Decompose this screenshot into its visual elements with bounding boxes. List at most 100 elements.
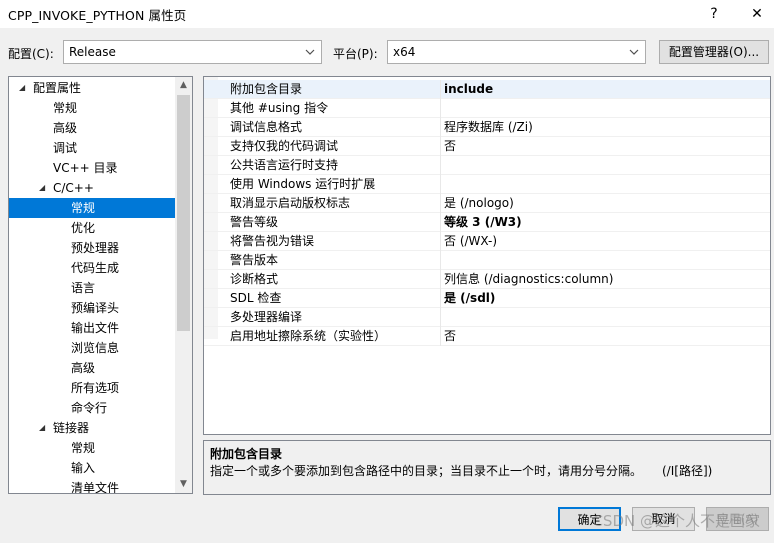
property-name: 调试信息格式 <box>230 120 303 134</box>
tree-item[interactable]: 代码生成 <box>9 258 177 278</box>
platform-dropdown[interactable]: x64 <box>387 40 646 64</box>
tree-item-label: 预处理器 <box>71 241 120 255</box>
property-value[interactable]: 列信息 (/diagnostics:column) <box>444 270 764 289</box>
tree-item[interactable]: 预编译头 <box>9 298 177 318</box>
tree-item[interactable]: 输出文件 <box>9 318 177 338</box>
tree-item[interactable]: ◢ 链接器 <box>9 418 177 438</box>
tree-item-label: 常规 <box>71 201 96 215</box>
configuration-value: Release <box>69 45 116 59</box>
tree-item[interactable]: 所有选项 <box>9 378 177 398</box>
column-divider <box>440 156 441 175</box>
property-row[interactable]: SDL 检查 是 (/sdl) <box>204 289 770 308</box>
column-divider <box>440 175 441 194</box>
tree-item-label: 输入 <box>71 461 96 475</box>
scroll-down-icon[interactable]: ▼ <box>175 476 192 493</box>
tree-item-label: 输出文件 <box>71 321 120 335</box>
tree-item[interactable]: 高级 <box>9 118 177 138</box>
property-row[interactable]: 警告版本 <box>204 251 770 270</box>
tree-item-label: 清单文件 <box>71 481 120 494</box>
tree-item[interactable]: 浏览信息 <box>9 338 177 358</box>
column-divider <box>440 308 441 327</box>
property-row[interactable]: 诊断格式 列信息 (/diagnostics:column) <box>204 270 770 289</box>
configuration-manager-button[interactable]: 配置管理器(O)... <box>659 40 769 64</box>
tree-item[interactable]: 优化 <box>9 218 177 238</box>
property-value[interactable] <box>444 156 764 175</box>
property-row[interactable]: 支持仅我的代码调试 否 <box>204 137 770 156</box>
chevron-down-icon <box>305 49 315 55</box>
scroll-up-icon[interactable]: ▲ <box>175 77 192 94</box>
property-row[interactable]: 调试信息格式 程序数据库 (/Zi) <box>204 118 770 137</box>
property-name: 附加包含目录 <box>230 82 303 96</box>
description-text: 指定一个或多个要添加到包含路径中的目录；当目录不止一个时，请用分号分隔。 <box>210 464 643 478</box>
property-value[interactable] <box>444 175 764 194</box>
configuration-dropdown[interactable]: Release <box>63 40 322 64</box>
tree-item[interactable]: ◢ C/C++ <box>9 178 177 198</box>
property-name: 其他 #using 指令 <box>230 101 329 115</box>
column-divider <box>440 80 441 99</box>
column-divider <box>440 118 441 137</box>
configuration-label: 配置(C): <box>8 47 54 61</box>
property-value[interactable]: 否 (/WX-) <box>444 232 764 251</box>
property-value[interactable] <box>444 251 764 270</box>
property-row[interactable]: 使用 Windows 运行时扩展 <box>204 175 770 194</box>
tree-item[interactable]: VC++ 目录 <box>9 158 177 178</box>
property-value[interactable]: 是 (/sdl) <box>444 289 764 308</box>
tree-item[interactable]: 高级 <box>9 358 177 378</box>
property-name: 多处理器编译 <box>230 310 303 324</box>
property-row[interactable]: 启用地址擦除系统（实验性） 否 <box>204 327 770 346</box>
tree-item-label: C/C++ <box>53 181 94 195</box>
platform-label: 平台(P): <box>333 47 378 61</box>
tree-item[interactable]: 清单文件 <box>9 478 177 494</box>
property-value[interactable]: include <box>444 80 764 99</box>
property-row[interactable]: 多处理器编译 <box>204 308 770 327</box>
property-value[interactable]: 等级 3 (/W3) <box>444 213 764 232</box>
help-button[interactable]: ? <box>700 3 728 25</box>
tree-item-label: 链接器 <box>53 421 90 435</box>
tree-item[interactable]: 预处理器 <box>9 238 177 258</box>
tree-item[interactable]: 调试 <box>9 138 177 158</box>
column-divider <box>440 232 441 251</box>
tree-expand-icon[interactable]: ◢ <box>19 78 29 98</box>
tree-item[interactable]: 语言 <box>9 278 177 298</box>
tree-expand-icon[interactable]: ◢ <box>39 178 49 198</box>
tree-item[interactable]: 常规 <box>9 438 177 458</box>
property-row[interactable]: 附加包含目录 include <box>204 80 770 99</box>
property-row[interactable]: 公共语言运行时支持 <box>204 156 770 175</box>
property-tree: ◢ 配置属性 常规 高级 调试 VC++ 目录 ◢ C/C++ 常规 优化 预处理器 代码生成 语言 预编… <box>8 76 193 494</box>
property-value[interactable] <box>444 99 764 118</box>
tree-item[interactable]: 常规 <box>9 198 177 218</box>
column-divider <box>440 99 441 118</box>
tree-item-label: 命令行 <box>71 401 108 415</box>
tree-item-label: 高级 <box>71 361 96 375</box>
tree-item-label: 配置属性 <box>33 81 82 95</box>
scrollbar-thumb[interactable] <box>177 95 190 331</box>
property-row[interactable]: 将警告视为错误 否 (/WX-) <box>204 232 770 251</box>
tree-item-label: 常规 <box>71 441 96 455</box>
property-row[interactable]: 其他 #using 指令 <box>204 99 770 118</box>
watermark: CSDN @这个人不是画家 <box>592 512 760 530</box>
tree-scrollbar[interactable]: ▲ ▼ <box>175 77 192 493</box>
tree-item-label: 预编译头 <box>71 301 120 315</box>
column-divider <box>440 213 441 232</box>
property-value[interactable]: 否 <box>444 327 764 346</box>
property-name: 启用地址擦除系统（实验性） <box>230 329 387 343</box>
tree-expand-icon[interactable]: ◢ <box>39 418 49 438</box>
tree-item[interactable]: 输入 <box>9 458 177 478</box>
tree-item-label: 高级 <box>53 121 78 135</box>
property-grid: 附加包含目录 include 其他 #using 指令 调试信息格式 程序数据库 (/Z… <box>203 76 771 435</box>
property-name: SDL 检查 <box>230 291 282 305</box>
property-name: 警告等级 <box>230 215 279 229</box>
property-value[interactable] <box>444 308 764 327</box>
tree-item-label: 常规 <box>53 101 78 115</box>
property-value[interactable]: 程序数据库 (/Zi) <box>444 118 764 137</box>
tree-item[interactable]: ◢ 配置属性 <box>9 78 177 98</box>
property-value[interactable]: 否 <box>444 137 764 156</box>
tree-item-label: 代码生成 <box>71 261 120 275</box>
tree-item-label: 浏览信息 <box>71 341 120 355</box>
tree-item[interactable]: 常规 <box>9 98 177 118</box>
close-button[interactable]: ✕ <box>743 3 771 25</box>
property-value[interactable]: 是 (/nologo) <box>444 194 764 213</box>
tree-item[interactable]: 命令行 <box>9 398 177 418</box>
property-row[interactable]: 取消显示启动版权标志 是 (/nologo) <box>204 194 770 213</box>
property-row[interactable]: 警告等级 等级 3 (/W3) <box>204 213 770 232</box>
